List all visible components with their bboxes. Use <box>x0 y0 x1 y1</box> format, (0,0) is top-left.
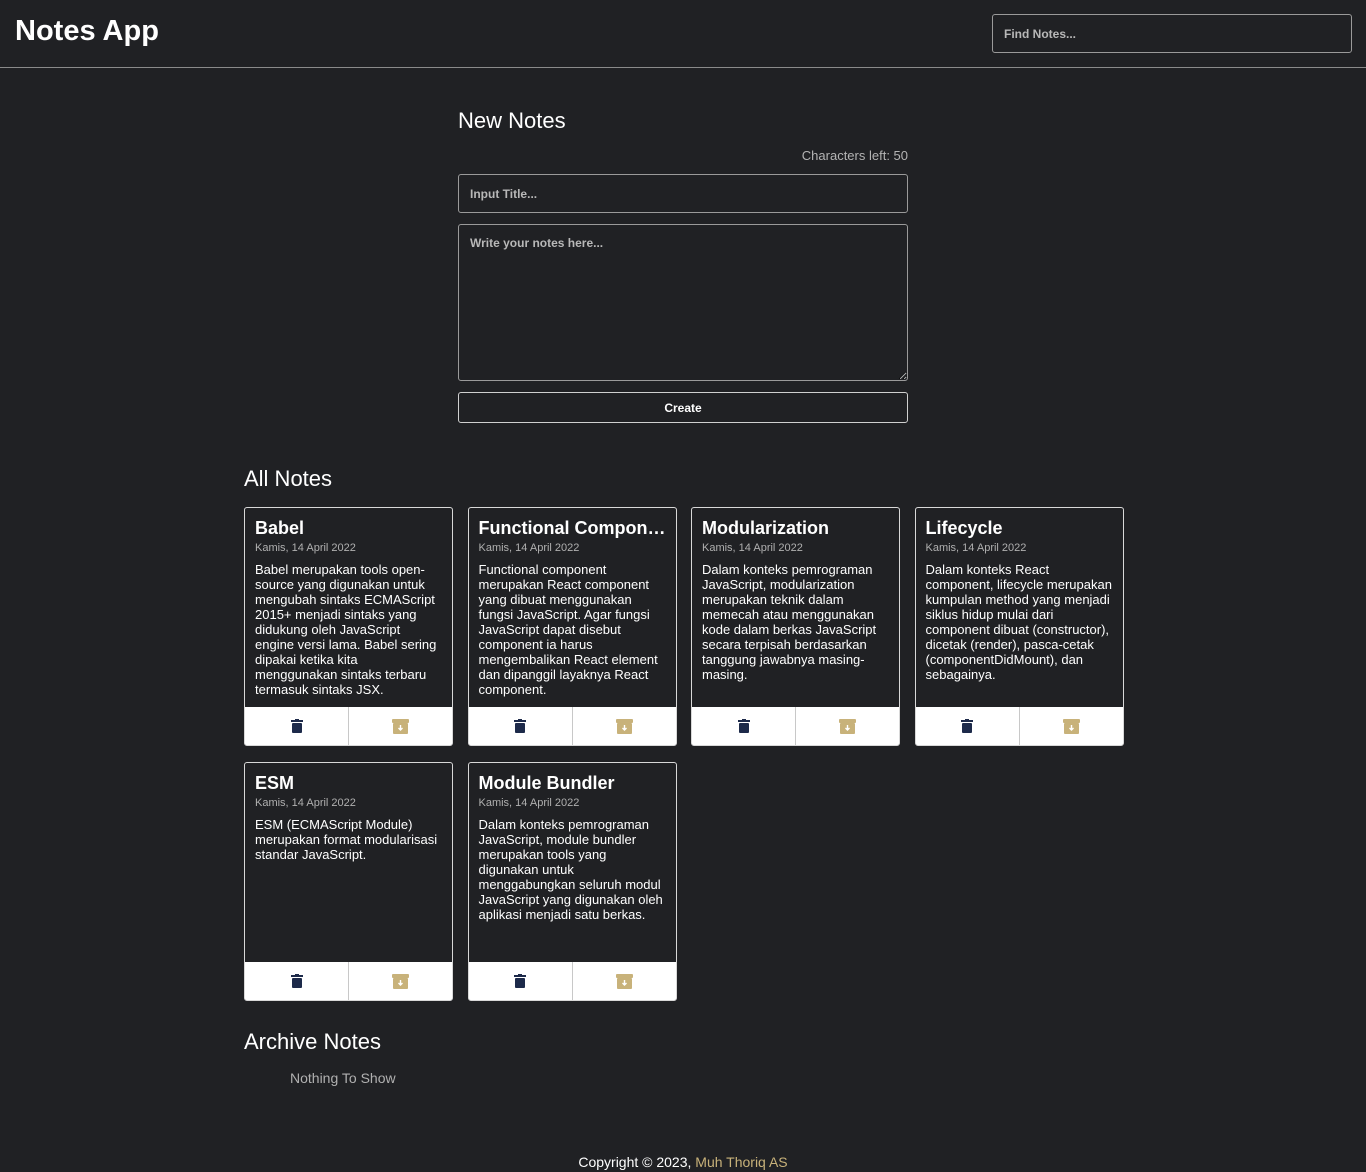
note-card: Module Bundler Kamis, 14 April 2022 Dala… <box>467 762 677 1001</box>
archive-notes-heading: Archive Notes <box>244 1029 381 1054</box>
archive-button[interactable] <box>795 707 899 745</box>
delete-button[interactable] <box>245 707 348 745</box>
app-title: Notes App <box>15 15 159 47</box>
note-title[interactable]: Functional Component <box>479 518 666 539</box>
trash-icon <box>290 974 303 988</box>
delete-button[interactable] <box>245 962 348 1000</box>
trash-icon <box>514 974 526 988</box>
delete-button[interactable] <box>468 962 572 1000</box>
archive-button[interactable] <box>571 707 676 745</box>
archive-button[interactable] <box>1018 707 1123 745</box>
note-date: Kamis, 14 April 2022 <box>255 542 356 554</box>
note-body: Functional component merupakan React com… <box>478 562 658 697</box>
trash-icon <box>514 719 526 733</box>
archive-button[interactable] <box>348 962 452 1000</box>
note-actions <box>692 707 899 745</box>
notes-grid: Babel Kamis, 14 April 2022 Babel merupak… <box>244 507 1124 1001</box>
note-title[interactable]: Modularization <box>702 518 889 539</box>
archive-box-icon <box>615 718 633 734</box>
note-actions <box>468 962 676 1000</box>
note-body: Babel merupakan tools open-source yang d… <box>255 562 437 697</box>
delete-button[interactable] <box>915 707 1019 745</box>
trash-icon <box>290 719 303 733</box>
trash-icon <box>737 719 750 733</box>
note-date: Kamis, 14 April 2022 <box>478 542 580 554</box>
note-card: Functional Component Kamis, 14 April 202… <box>467 507 677 746</box>
all-notes-heading: All Notes <box>244 466 333 491</box>
archive-box-icon <box>839 718 856 734</box>
archive-button[interactable] <box>571 962 676 1000</box>
new-note-form: New Notes Characters left: 50 Create <box>458 108 908 423</box>
note-date: Kamis, 14 April 2022 <box>925 542 1027 554</box>
archive-button[interactable] <box>348 707 452 745</box>
delete-button[interactable] <box>468 707 572 745</box>
note-actions <box>915 707 1123 745</box>
note-title[interactable]: Babel <box>255 518 442 539</box>
note-card: Modularization Kamis, 14 April 2022 Dala… <box>691 507 900 746</box>
note-actions <box>245 707 452 745</box>
note-body: ESM (ECMAScript Module) merupakan format… <box>255 817 438 862</box>
note-date: Kamis, 14 April 2022 <box>702 542 803 554</box>
note-body: Dalam konteks React component, lifecycle… <box>925 562 1112 682</box>
archive-box-icon <box>615 973 633 989</box>
note-title[interactable]: Module Bundler <box>479 773 666 794</box>
delete-button[interactable] <box>692 707 795 745</box>
characters-left-counter: Characters left: 50 <box>801 148 908 163</box>
note-card: Lifecycle Kamis, 14 April 2022 Dalam kon… <box>914 507 1124 746</box>
note-date: Kamis, 14 April 2022 <box>478 797 580 809</box>
note-body-textarea[interactable] <box>458 224 908 381</box>
note-date: Kamis, 14 April 2022 <box>255 797 356 809</box>
note-title-input[interactable] <box>458 174 908 213</box>
archive-box-icon <box>392 718 409 734</box>
footer: Copyright © 2023, Muh Thoriq AS <box>0 1154 1366 1170</box>
archive-box-icon <box>392 973 409 989</box>
archive-box-icon <box>1062 718 1080 734</box>
note-body: Dalam konteks pemrograman JavaScript, mo… <box>478 817 663 922</box>
note-card: Babel Kamis, 14 April 2022 Babel merupak… <box>244 507 453 746</box>
search-input[interactable] <box>992 14 1352 53</box>
copyright-text: Copyright © 2023, <box>578 1154 692 1170</box>
note-title[interactable]: ESM <box>255 773 442 794</box>
new-notes-heading: New Notes <box>458 108 566 133</box>
note-actions <box>468 707 676 745</box>
create-button[interactable]: Create <box>458 392 908 423</box>
note-card: ESM Kamis, 14 April 2022 ESM (ECMAScript… <box>244 762 453 1001</box>
archive-empty-message: Nothing To Show <box>290 1070 396 1086</box>
author-link[interactable]: Muh Thoriq AS <box>695 1154 787 1170</box>
note-body: Dalam konteks pemrograman JavaScript, mo… <box>702 562 877 682</box>
app-header: Notes App <box>0 0 1366 68</box>
note-actions <box>245 962 452 1000</box>
trash-icon <box>961 719 973 733</box>
note-title[interactable]: Lifecycle <box>926 518 1113 539</box>
